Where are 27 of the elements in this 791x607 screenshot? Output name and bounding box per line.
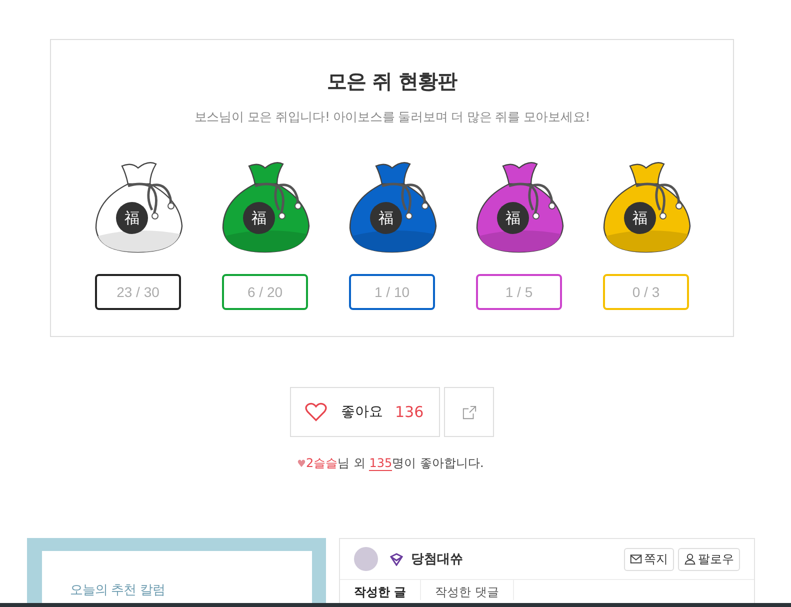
heart-icon bbox=[305, 402, 327, 422]
board-title: 모은 쥐 현황판 bbox=[327, 68, 457, 95]
board-subtitle: 보스님이 모은 쥐입니다! 아이보스를 둘러보며 더 많은 쥐를 모아보세요! bbox=[194, 109, 590, 126]
fortune-glyph: 福 bbox=[504, 208, 522, 228]
avatar bbox=[354, 547, 378, 571]
person-icon bbox=[684, 553, 696, 565]
fortune-glyph: 福 bbox=[378, 208, 394, 228]
user-name: 당첨대쓔 bbox=[411, 551, 463, 568]
count-box: 23 / 30 bbox=[95, 274, 181, 310]
liked-by-text: ♥2슬슬님 외 135명이 좋아합니다. bbox=[297, 455, 484, 472]
fortune-glyph: 福 bbox=[250, 208, 268, 228]
count-box: 1 / 5 bbox=[476, 274, 562, 310]
shield-badge-icon bbox=[390, 552, 403, 566]
profile-tab[interactable]: 작성한 댓글 bbox=[421, 580, 514, 600]
share-button[interactable] bbox=[444, 387, 494, 437]
follow-button[interactable]: 팔로우 bbox=[678, 548, 740, 570]
fortune-glyph: 福 bbox=[632, 208, 648, 228]
message-button[interactable]: 쪽지 bbox=[624, 548, 674, 570]
share-icon bbox=[462, 404, 476, 420]
like-button[interactable]: 좋아요 136 bbox=[290, 387, 440, 437]
column-title: 오늘의 추천 칼럼 bbox=[70, 582, 165, 599]
count-box: 6 / 20 bbox=[222, 274, 308, 310]
count-box: 0 / 3 bbox=[603, 274, 689, 310]
fortune-glyph: 福 bbox=[124, 208, 140, 228]
count-box: 1 / 10 bbox=[349, 274, 435, 310]
envelope-icon bbox=[630, 553, 642, 565]
profile-tab[interactable]: 작성한 글 bbox=[340, 580, 422, 600]
